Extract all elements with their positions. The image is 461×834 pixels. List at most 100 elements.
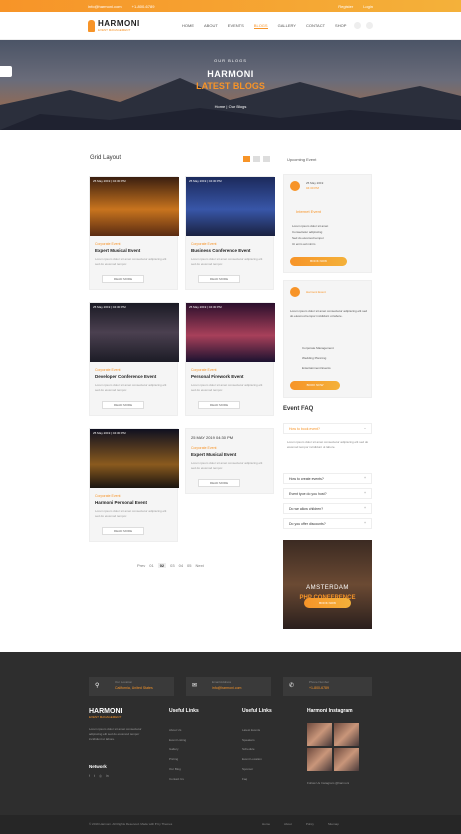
- blog-image: 25 May 2019 | 04:30 PM: [186, 303, 275, 362]
- instagram-follow[interactable]: Follow Us Instagram @harmoni: [307, 781, 349, 785]
- blog-card[interactable]: 25 May 2019 | 04:30 PM Corporate Event P…: [185, 302, 275, 416]
- footer-link[interactable]: Sponsor: [242, 765, 262, 775]
- topbar-login-link[interactable]: Login: [363, 4, 373, 9]
- linkedin-icon[interactable]: in: [106, 774, 109, 778]
- page-link[interactable]: 01: [149, 563, 153, 568]
- faq-question[interactable]: Do we allow children?: [289, 507, 323, 511]
- page-link-active[interactable]: 02: [157, 563, 167, 568]
- footer-link[interactable]: Speakers: [242, 736, 262, 746]
- nav-item-home[interactable]: HOME: [182, 23, 194, 29]
- breadcrumb-home[interactable]: Home: [215, 104, 226, 109]
- prev-page-button[interactable]: Prev: [137, 563, 145, 568]
- nav-item-shop[interactable]: SHOP: [335, 23, 346, 29]
- blog-title[interactable]: Personal Firework Event: [191, 374, 273, 379]
- banner-book-button[interactable]: BOOK NOW: [304, 598, 351, 608]
- faq-item[interactable]: Do you offer discounts? +: [283, 518, 372, 529]
- footer-link[interactable]: Event Listing: [169, 736, 186, 746]
- footer-link[interactable]: Our Blog: [169, 765, 186, 775]
- footer-logo[interactable]: HARMONI EVENT MANAGEMENT: [89, 708, 122, 719]
- calendar-icon: [290, 181, 300, 191]
- footer-link[interactable]: Faq: [242, 775, 262, 785]
- instagram-photo[interactable]: [307, 723, 332, 746]
- instagram-photo[interactable]: [334, 748, 359, 771]
- blog-card[interactable]: 25 May 2019 | 04:30 PM Corporate Event H…: [89, 428, 179, 542]
- nav-item-gallery[interactable]: GALLERY: [278, 23, 296, 29]
- brand-logo[interactable]: HARMONI EVENT MANAGEMENT: [88, 19, 140, 32]
- read-more-button[interactable]: READ MORE: [102, 275, 144, 283]
- footer-link[interactable]: Pricing: [169, 755, 186, 765]
- instagram-photo[interactable]: [307, 748, 332, 771]
- copyright-bar: © 2019 Harmoni. All Rights Reserved. Mad…: [0, 815, 461, 834]
- bottom-link[interactable]: Sitemap: [328, 822, 339, 826]
- blog-title[interactable]: Expert Musical Event: [95, 248, 177, 253]
- read-more-button[interactable]: READ MORE: [198, 479, 240, 487]
- search-icon[interactable]: [366, 22, 373, 29]
- bottom-link[interactable]: About: [284, 822, 292, 826]
- blog-card[interactable]: 25 MAY 2019 04:30 PM Corporate Event Exp…: [185, 428, 274, 494]
- read-more-button[interactable]: READ MORE: [198, 401, 240, 409]
- read-more-button[interactable]: READ MORE: [198, 275, 240, 283]
- blog-category[interactable]: Corporate Event: [191, 368, 273, 372]
- footer-value[interactable]: info@harmoni.com: [212, 686, 241, 690]
- faq-question[interactable]: How to create events?: [289, 477, 324, 481]
- blog-card[interactable]: 25 May 2019 | 04:30 PM Corporate Event E…: [89, 176, 179, 290]
- blog-category[interactable]: Corporate Event: [191, 446, 273, 450]
- footer-link[interactable]: Latest Events: [242, 726, 262, 736]
- topbar-phone[interactable]: +1-800-6789: [132, 4, 155, 9]
- blog-category[interactable]: Corporate Event: [95, 368, 177, 372]
- read-more-button[interactable]: READ MORE: [102, 527, 144, 535]
- column-icon[interactable]: [263, 156, 270, 162]
- nav-item-blogs[interactable]: BLOGS: [253, 23, 268, 29]
- faq-item[interactable]: How to create events? +: [283, 473, 372, 484]
- blog-title[interactable]: Business Conference Event: [191, 248, 273, 253]
- nav-item-about[interactable]: ABOUT: [204, 23, 218, 29]
- blog-category[interactable]: Corporate Event: [95, 242, 177, 246]
- user-icon[interactable]: [354, 22, 361, 29]
- event-title[interactable]: Internet Event: [296, 209, 321, 214]
- grid-icon[interactable]: [243, 156, 250, 162]
- footer-value[interactable]: +1-800-6789: [309, 686, 329, 690]
- read-more-button[interactable]: READ MORE: [102, 401, 144, 409]
- footer-link[interactable]: Event Location: [242, 755, 262, 765]
- nav-item-events[interactable]: EVENTS: [228, 23, 244, 29]
- blog-category[interactable]: Corporate Event: [191, 242, 273, 246]
- blog-category[interactable]: Corporate Event: [95, 494, 177, 498]
- footer-link[interactable]: Contact Us: [169, 775, 186, 785]
- bottom-link[interactable]: Policy: [306, 822, 314, 826]
- blog-card[interactable]: 25 May 2019 | 04:30 PM Corporate Event B…: [185, 176, 275, 290]
- footer-link[interactable]: About Us: [169, 726, 186, 736]
- faq-item-open[interactable]: How to book event? –: [283, 423, 372, 434]
- bottom-link[interactable]: Home: [262, 822, 270, 826]
- blog-title[interactable]: Expert Musical Event: [191, 452, 273, 457]
- nav-item-contact[interactable]: CONTACT: [306, 23, 325, 29]
- list-icon[interactable]: [253, 156, 260, 162]
- instagram-icon[interactable]: ◎: [99, 774, 102, 778]
- facebook-icon[interactable]: f: [89, 774, 90, 778]
- blog-title[interactable]: Developer Conference Event: [95, 374, 177, 379]
- faq-item[interactable]: Do we allow children? +: [283, 503, 372, 514]
- blog-date: 25 MAY 2019 04:30 PM: [191, 435, 234, 440]
- instagram-photo[interactable]: [334, 723, 359, 746]
- topbar-register-link[interactable]: Register: [338, 4, 353, 9]
- footer-link[interactable]: Gallery: [169, 745, 186, 755]
- faq-question[interactable]: Event tyoe do you host?: [289, 492, 327, 496]
- footer-link[interactable]: Schedule: [242, 745, 262, 755]
- minus-icon: –: [364, 426, 366, 430]
- faq-question[interactable]: Do you offer discounts?: [289, 522, 326, 526]
- faq-item[interactable]: Event tyoe do you host? +: [283, 488, 372, 499]
- blog-title[interactable]: Harmoni Personal Event: [95, 500, 177, 505]
- page-link[interactable]: 05: [187, 563, 191, 568]
- page-link[interactable]: 03: [170, 563, 174, 568]
- faq-question[interactable]: How to book event?: [289, 427, 320, 431]
- next-page-button[interactable]: Next: [196, 563, 204, 568]
- blog-card[interactable]: 25 May 2019 | 04:30 PM Corporate Event D…: [89, 302, 179, 416]
- twitter-icon[interactable]: t: [94, 774, 95, 778]
- topbar-email[interactable]: info@harmoni.com: [88, 4, 122, 9]
- book-now-button[interactable]: BOOK NOW: [290, 381, 340, 390]
- book-now-button[interactable]: BOOK NOW: [290, 257, 347, 266]
- settings-tab[interactable]: [0, 66, 12, 77]
- promo-banner[interactable]: AMSTERDAM PHP CONFERENCE BOOK NOW: [283, 540, 372, 629]
- page-link[interactable]: 04: [179, 563, 183, 568]
- event-title[interactable]: Harmoni Event: [306, 290, 326, 294]
- banner-button-label: BOOK NOW: [319, 601, 336, 605]
